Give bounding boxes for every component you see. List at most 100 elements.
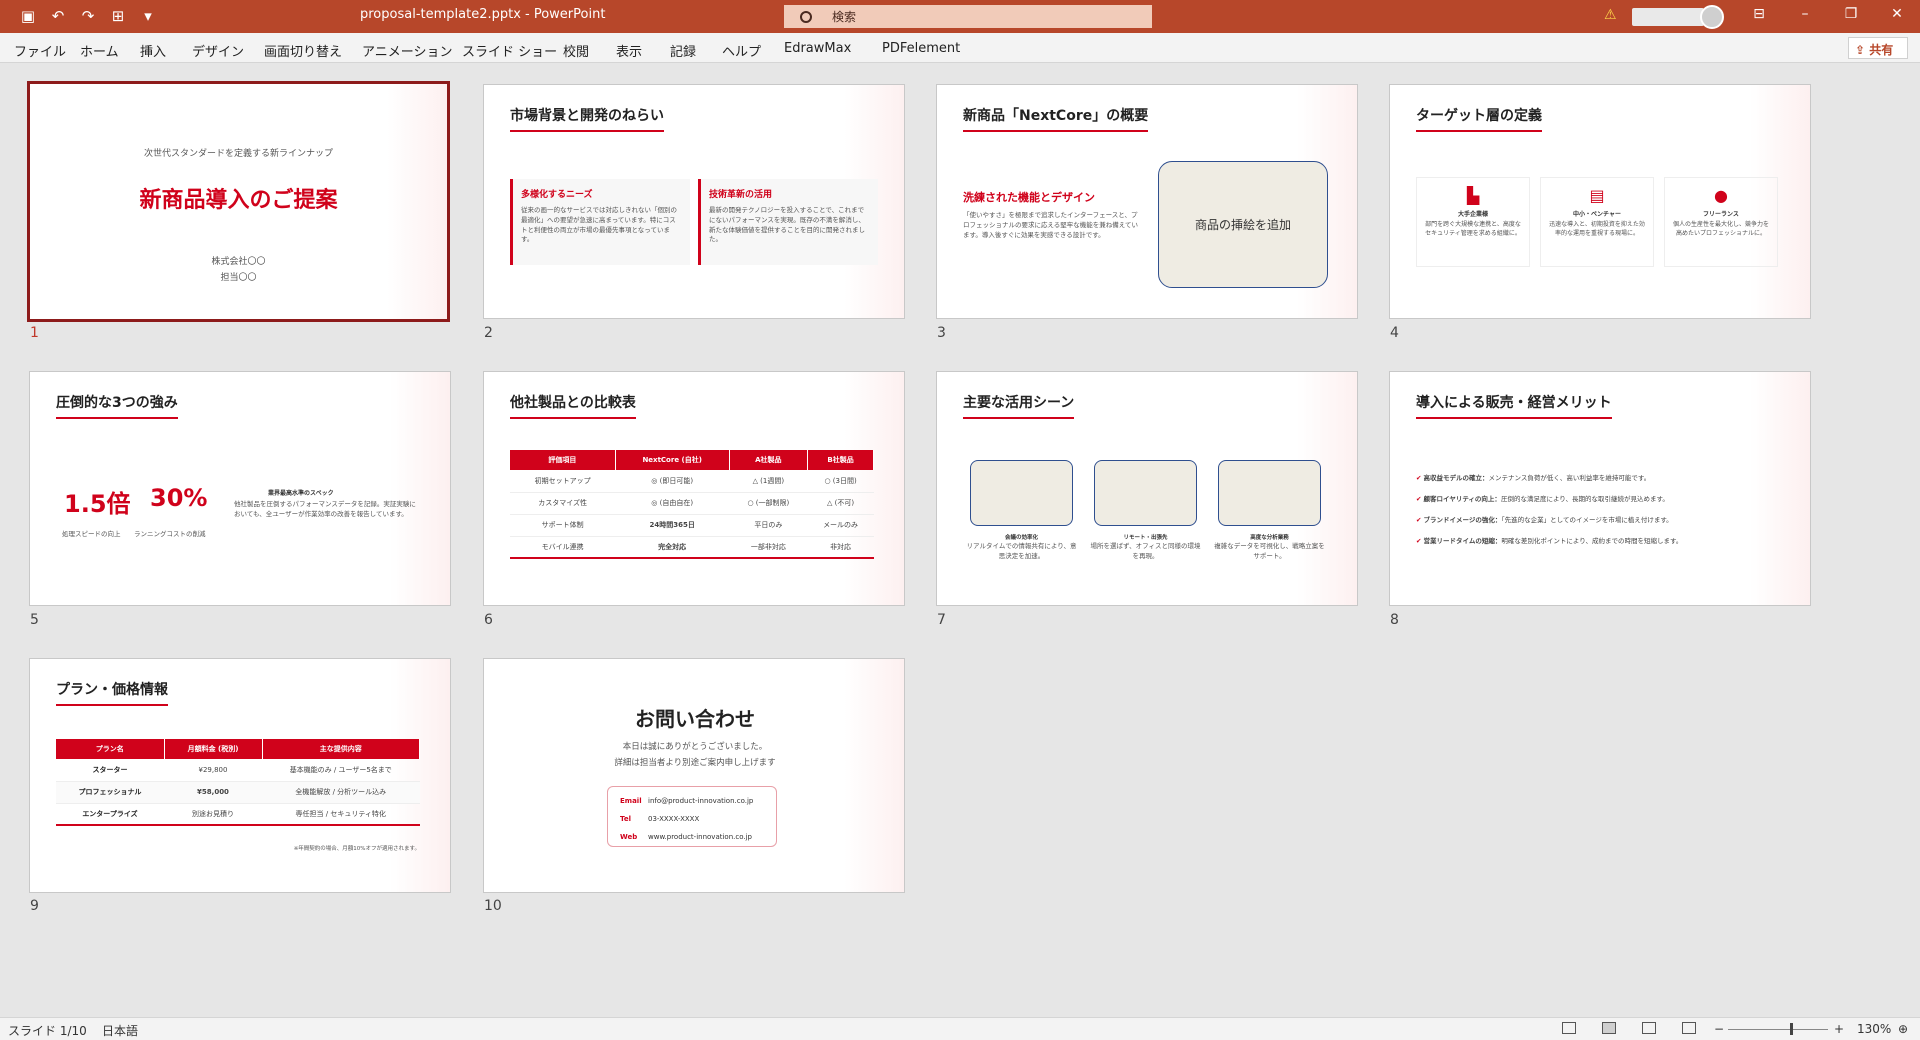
tab-view[interactable]: 表示 <box>616 41 642 60</box>
merit-list: ✔ 高収益モデルの確立：メンテナンス負荷が低く、高い利益率を維持可能です。 ✔ … <box>1416 468 1796 552</box>
share-button[interactable]: ⇪ 共有 <box>1848 37 1908 59</box>
undo-icon[interactable]: ↶ <box>48 7 68 25</box>
slide-thumbnail-1[interactable]: 次世代スタンダードを定義する新ラインナップ 新商品導入のご提案 株式会社〇〇 担… <box>27 81 450 322</box>
target-title: フリーランス <box>1703 211 1739 218</box>
ribbon-display-icon[interactable]: ⊟ <box>1744 6 1774 22</box>
stat-speed-label: 処理スピードの向上 <box>62 530 121 538</box>
scene-image-placeholder[interactable] <box>1218 460 1321 526</box>
status-bar: スライド 1/10 日本語 − + 130% ⊕ <box>0 1017 1920 1040</box>
title-bar: ▣ ↶ ↷ ⊞ ▾ proposal-template2.pptx - Powe… <box>0 0 1920 33</box>
image-placeholder[interactable]: 商品の挿絵を追加 <box>1158 161 1328 288</box>
tab-record[interactable]: 記録 <box>670 41 696 60</box>
table-cell: モバイル連携 <box>510 536 616 559</box>
tab-design[interactable]: デザイン <box>192 41 244 60</box>
zoom-level[interactable]: 130% <box>1857 1022 1891 1036</box>
slide-thumbnail-6[interactable]: 他社製品との比較表 評価項目 NextCore (自社) A社製品 B社製品 初… <box>483 371 905 606</box>
table-header: 月額料金 (税別) <box>164 739 263 759</box>
close-button[interactable]: ✕ <box>1882 6 1912 22</box>
tab-edrawmax[interactable]: EdrawMax <box>784 41 851 56</box>
search-placeholder: 検索 <box>832 10 857 24</box>
scene-image-placeholder[interactable] <box>1094 460 1197 526</box>
zoom-slider[interactable] <box>1728 1029 1828 1030</box>
table-cell: 完全対応 <box>615 536 730 559</box>
comparison-table: 評価項目 NextCore (自社) A社製品 B社製品 初期セットアップ ◎ (… <box>510 450 874 559</box>
scene-body: リアルタイムでの情報共有により、意思決定を加速。 <box>966 542 1077 560</box>
tab-file[interactable]: ファイル <box>14 41 66 60</box>
store-icon: ▤ <box>1589 186 1605 205</box>
slide1-subtitle: 次世代スタンダードを定義する新ラインナップ <box>143 149 333 159</box>
slide-thumbnail-9[interactable]: プラン・価格情報 プラン名 月額料金 (税別) 主な提供内容 スターター ¥29,… <box>29 658 451 893</box>
slide-thumbnail-2[interactable]: 市場背景と開発のねらい 多様化するニーズ 従来の画一的なサービスでは対応しきれな… <box>483 84 905 319</box>
target-card: ▙ 大手企業様 部門を跨ぐ大規模な連携と、高度なセキュリティ管理を求める組織に。 <box>1416 177 1530 267</box>
table-cell: カスタマイズ性 <box>510 492 616 515</box>
tab-animations[interactable]: アニメーション <box>362 41 452 60</box>
zoom-in-icon[interactable]: + <box>1834 1022 1844 1036</box>
table-header: 評価項目 <box>510 450 616 470</box>
slide2-card-needs: 多様化するニーズ 従来の画一的なサービスでは対応しきれない「個別の最適化」への要… <box>510 179 690 265</box>
web-label: Web <box>620 833 638 841</box>
slide-number: 3 <box>937 325 946 341</box>
slide-number: 10 <box>484 898 502 914</box>
slide-number: 7 <box>937 612 946 628</box>
tab-insert[interactable]: 挿入 <box>140 41 166 60</box>
zoom-slider-thumb[interactable] <box>1790 1023 1793 1035</box>
target-title: 大手企業様 <box>1457 211 1488 218</box>
slide-number: 1 <box>30 325 39 341</box>
zoom-out-icon[interactable]: − <box>1714 1022 1724 1036</box>
table-row: エンタープライズ 別途お見積り 専任担当 / セキュリティ特化 <box>56 803 420 826</box>
warning-icon[interactable]: ⚠ <box>1604 7 1617 23</box>
slide-sorter-icon[interactable] <box>1602 1022 1616 1034</box>
tab-review[interactable]: 校閲 <box>563 41 589 60</box>
fit-to-window-icon[interactable]: ⊕ <box>1898 1022 1908 1036</box>
slide1-person: 担当〇〇 <box>220 273 257 283</box>
slide-number: 8 <box>1390 612 1399 628</box>
stat-cost-label: ランニングコストの削減 <box>134 530 206 538</box>
reading-view-icon[interactable] <box>1642 1022 1656 1034</box>
tab-home[interactable]: ホーム <box>80 41 119 60</box>
tab-transitions[interactable]: 画面切り替え <box>264 41 342 60</box>
slide-thumbnail-7[interactable]: 主要な活用シーン 会議の効率化 リアルタイムでの情報共有により、意思決定を加速。… <box>936 371 1358 606</box>
table-row: カスタマイズ性 ◎ (自由自在) ○ (一部制限) △ (不可) <box>510 492 874 515</box>
slide-thumbnail-8[interactable]: 導入による販売・経営メリット ✔ 高収益モデルの確立：メンテナンス負荷が低く、高… <box>1389 371 1811 606</box>
slide9-title: プラン・価格情報 <box>56 679 168 706</box>
slideshow-view-icon[interactable] <box>1682 1022 1696 1034</box>
table-cell: スターター <box>56 759 164 782</box>
minimize-button[interactable]: – <box>1790 6 1820 22</box>
present-icon[interactable]: ⊞ <box>108 7 128 25</box>
tab-help[interactable]: ヘルプ <box>722 41 761 60</box>
merit-text: メンテナンス負荷が低く、高い利益率を維持可能です。 <box>1488 474 1651 482</box>
slide-thumbnail-5[interactable]: 圧倒的な3つの強み 1.5倍 30% 処理スピードの向上 ランニングコストの削減… <box>29 371 451 606</box>
slide-thumbnail-10[interactable]: お問い合わせ 本日は誠にありがとうございました。 詳細は担当者より別途ご案内申し… <box>483 658 905 893</box>
table-row: プロフェッショナル ¥58,000 全機能解放 / 分析ツール込み <box>56 781 420 804</box>
normal-view-icon[interactable] <box>1562 1022 1576 1034</box>
avatar[interactable] <box>1700 5 1724 29</box>
table-cell: メールのみ <box>807 514 874 537</box>
merit-label: 高収益モデルの確立： <box>1423 474 1489 482</box>
slide2-card-tech: 技術革新の活用 最新の開発テクノロジーを投入することで、これまでにないパフォーマ… <box>698 179 878 265</box>
language-indicator[interactable]: 日本語 <box>102 1022 138 1039</box>
slide-indicator: スライド 1/10 <box>8 1024 87 1038</box>
tab-pdfelement[interactable]: PDFelement <box>882 41 960 56</box>
scene-image-placeholder[interactable] <box>970 460 1073 526</box>
search-icon <box>800 11 812 23</box>
slide-decoration <box>844 659 904 892</box>
search-box[interactable]: 検索 <box>784 5 1152 28</box>
slide-thumbnail-3[interactable]: 新商品「NextCore」の概要 洗練された機能とデザイン 「使いやすさ」を極限… <box>936 84 1358 319</box>
slide-decoration <box>390 372 450 605</box>
table-cell: ¥29,800 <box>164 759 262 782</box>
slide-number: 4 <box>1390 325 1399 341</box>
customize-qat-icon[interactable]: ▾ <box>138 7 158 25</box>
save-icon[interactable]: ▣ <box>18 7 38 25</box>
account-name[interactable] <box>1632 8 1704 26</box>
maximize-button[interactable]: ❐ <box>1836 6 1866 22</box>
merit-text: 圧倒的な満足度により、長期的な取引継続が見込めます。 <box>1500 495 1669 503</box>
redo-icon[interactable]: ↷ <box>78 7 98 25</box>
scene-title: リモート・出張先 <box>1123 535 1168 541</box>
merit-label: ブランドイメージの強化： <box>1423 516 1502 524</box>
table-cell: ◎ (自由自在) <box>615 492 730 515</box>
scene-body: 場所を選ばず、オフィスと同様の環境を再現。 <box>1090 542 1201 560</box>
tab-slideshow[interactable]: スライド ショー <box>462 41 557 60</box>
scene-body: 複雑なデータを可視化し、戦略立案をサポート。 <box>1214 542 1325 560</box>
slide-thumbnail-4[interactable]: ターゲット層の定義 ▙ 大手企業様 部門を跨ぐ大規模な連携と、高度なセキュリティ… <box>1389 84 1811 319</box>
table-header: 主な提供内容 <box>262 739 420 759</box>
